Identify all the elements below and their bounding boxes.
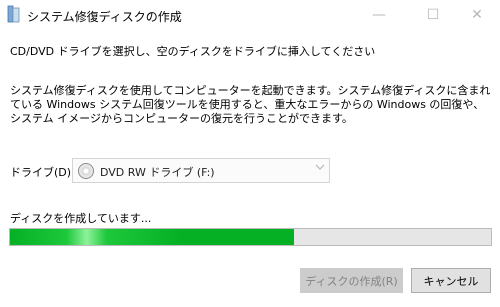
drive-label: ドライブ(D): [10, 166, 75, 179]
instruction-text: CD/DVD ドライブを選択し、空のディスクをドライブに挿入してください [10, 45, 376, 58]
window-title: システム修復ディスクの作成 [27, 10, 182, 24]
maximize-icon: ☐ [426, 7, 440, 23]
chevron-down-icon [315, 162, 325, 175]
close-button[interactable]: ✕ [454, 0, 500, 30]
drive-select[interactable]: DVD RW ドライブ (F:) [72, 158, 330, 183]
description-text: システム修復ディスクを使用してコンピューターを起動できます。システム修復ディスク… [10, 84, 491, 125]
progress-bar [9, 228, 492, 246]
minimize-button[interactable]: — [356, 0, 402, 30]
progress-status: ディスクを作成しています... [10, 212, 152, 225]
progress-fill [10, 229, 294, 245]
drive-selected-value: DVD RW ドライブ (F:) [100, 166, 215, 179]
maximize-button[interactable]: ☐ [410, 0, 456, 30]
app-icon [7, 5, 20, 23]
create-disc-button[interactable]: ディスクの作成(R) [300, 268, 403, 293]
disc-icon [78, 163, 94, 179]
title-bar: システム修復ディスクの作成 — ☐ ✕ [0, 0, 500, 30]
minimize-icon: — [372, 7, 386, 23]
cancel-button[interactable]: キャンセル [411, 268, 491, 293]
close-icon: ✕ [471, 7, 483, 23]
